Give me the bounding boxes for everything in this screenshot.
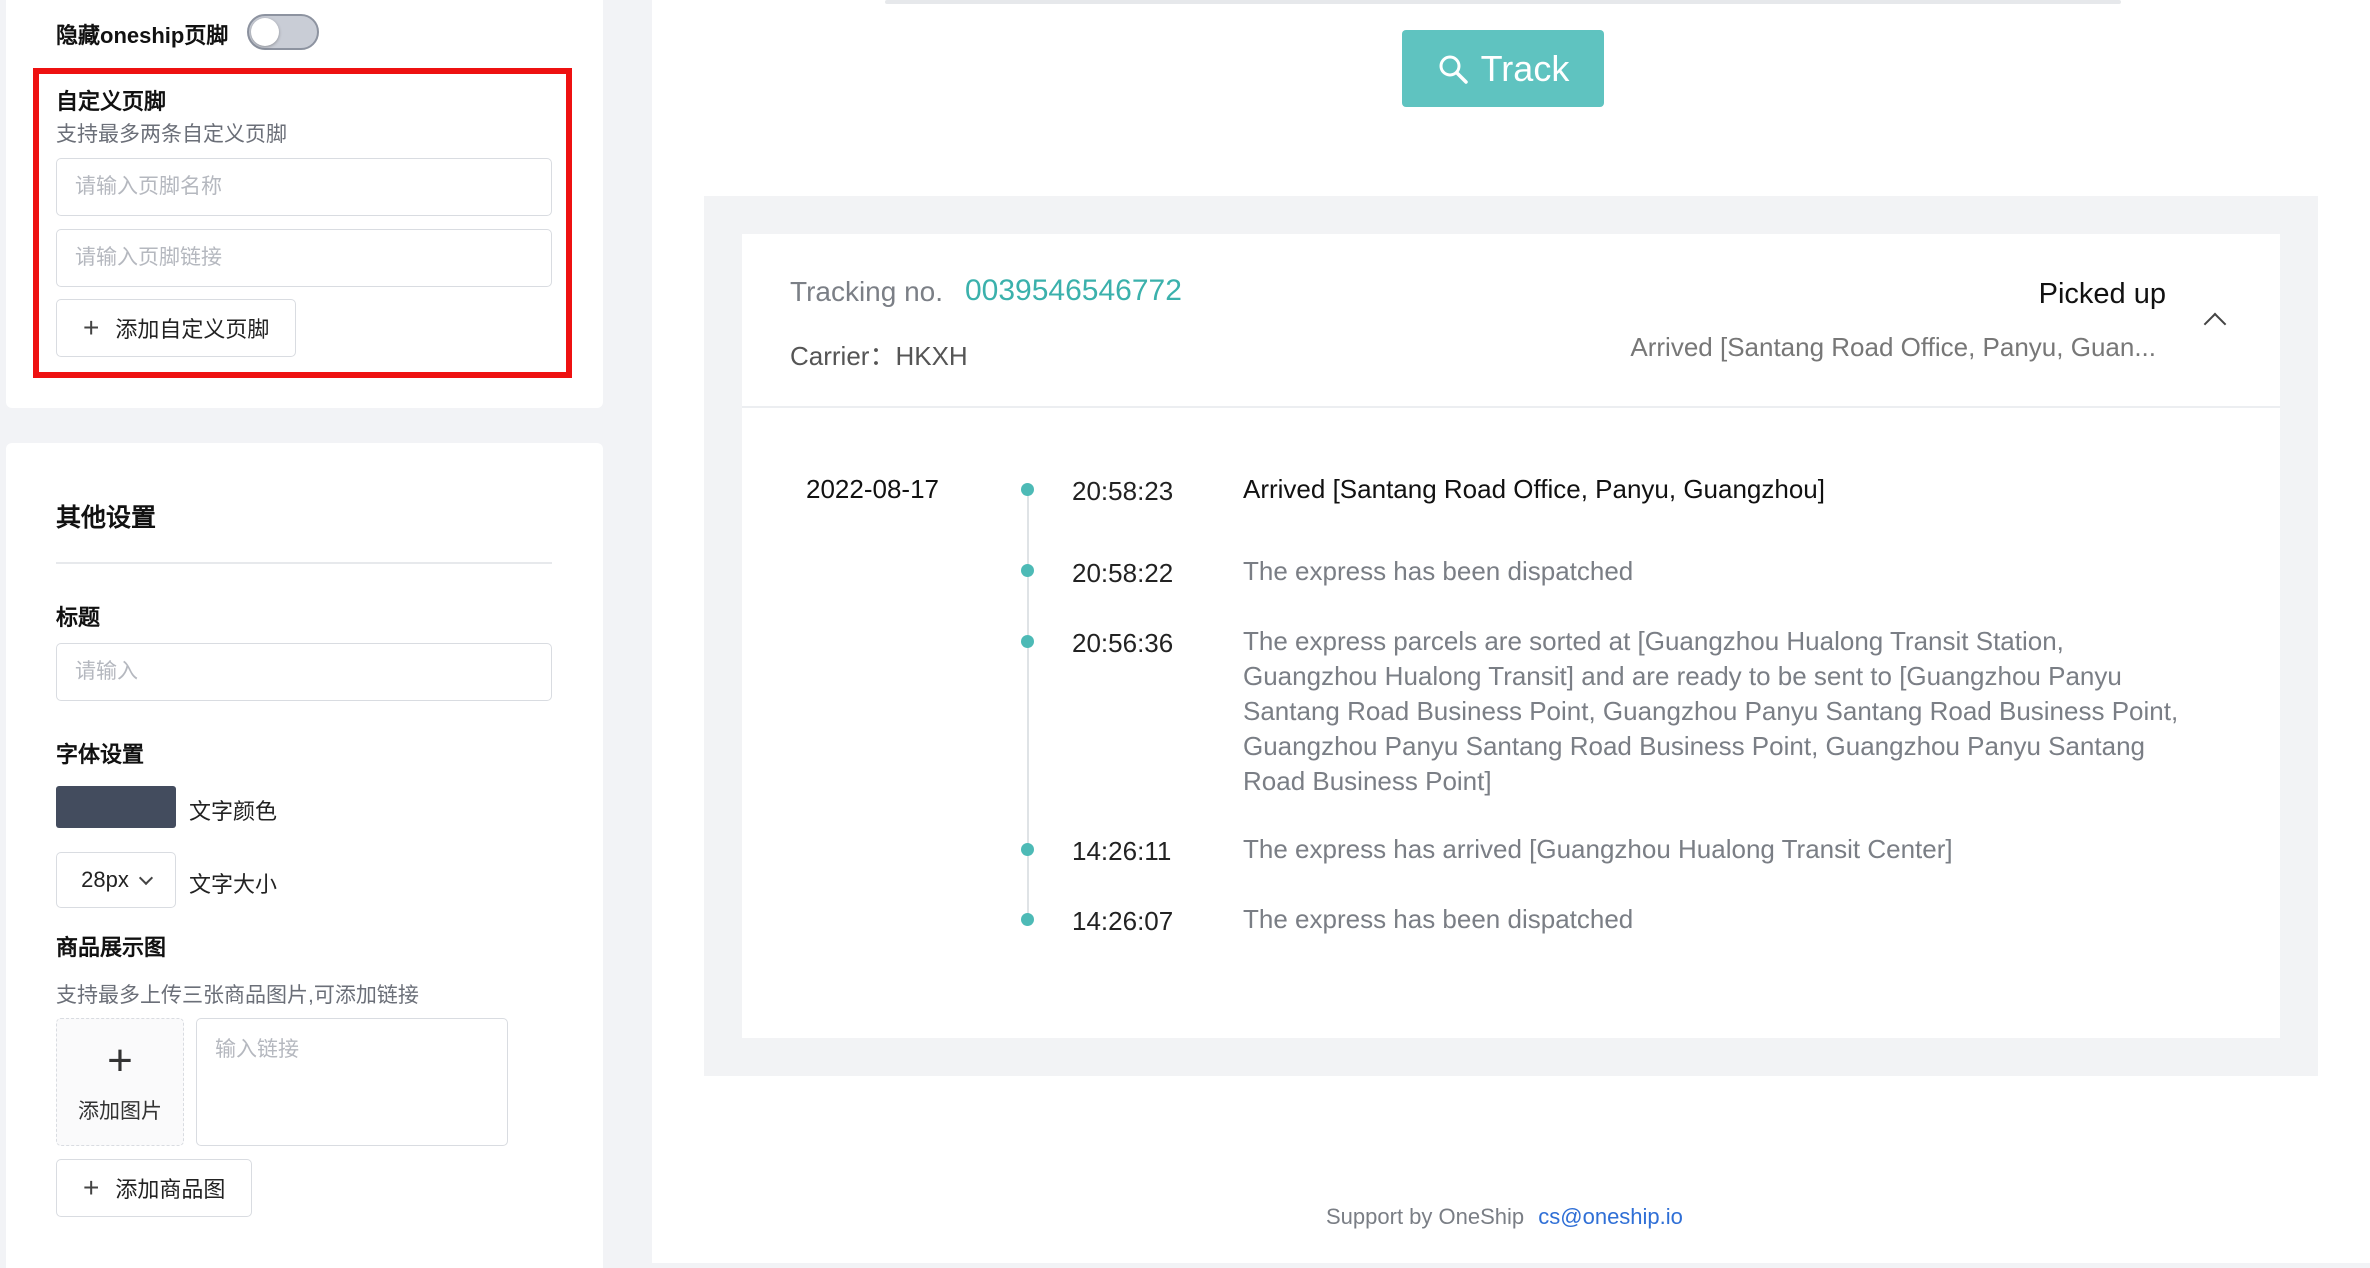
search-bar-edge xyxy=(885,0,2121,4)
plus-icon: + xyxy=(107,1036,133,1085)
product-image-label: 商品展示图 xyxy=(56,935,167,960)
card-separator xyxy=(742,406,2280,408)
text-color-swatch[interactable] xyxy=(56,786,176,828)
font-size-select[interactable]: 28px xyxy=(56,852,176,908)
timeline-dot xyxy=(1021,564,1034,577)
add-image-upload[interactable]: + 添加图片 xyxy=(56,1018,184,1146)
section-divider xyxy=(56,562,552,564)
font-size-value: 28px xyxy=(81,867,129,892)
event-time: 20:56:36 xyxy=(1072,628,1174,658)
toggle-knob xyxy=(251,18,279,46)
event-time: 14:26:07 xyxy=(1072,906,1174,936)
add-footer-button[interactable]: + 添加自定义页脚 xyxy=(56,299,297,357)
footer-link-input[interactable] xyxy=(56,229,552,287)
title-label: 标题 xyxy=(56,605,101,630)
event-time: 20:58:22 xyxy=(1072,558,1174,588)
timeline-dot xyxy=(1021,635,1034,648)
carrier-label: Carrier：HKXH xyxy=(790,341,968,371)
title-input[interactable] xyxy=(56,643,552,701)
event-text: The express parcels are sorted at [Guang… xyxy=(1243,626,2179,796)
add-image-label: 添加图片 xyxy=(78,1100,162,1123)
hide-footer-toggle[interactable] xyxy=(247,14,319,50)
add-footer-button-label: 添加自定义页脚 xyxy=(115,317,270,342)
tracking-label: Tracking no. xyxy=(790,276,944,307)
timeline-dot xyxy=(1021,483,1034,496)
add-product-image-button[interactable]: + 添加商品图 xyxy=(56,1159,253,1217)
chevron-down-icon xyxy=(138,870,153,885)
event-text: Arrived [Santang Road Office, Panyu, Gua… xyxy=(1243,474,1825,504)
search-icon xyxy=(1439,55,1468,84)
event-time: 14:26:11 xyxy=(1072,836,1172,866)
other-settings-title: 其他设置 xyxy=(56,504,157,532)
font-size-label: 文字大小 xyxy=(189,872,278,897)
plus-icon: + xyxy=(83,1172,100,1203)
event-text: The express has arrived [Guangzhou Hualo… xyxy=(1243,834,1953,864)
event-time: 20:58:23 xyxy=(1072,476,1174,506)
product-image-hint: 支持最多上传三张商品图片,可添加链接 xyxy=(56,984,419,1007)
event-text: The express has been dispatched xyxy=(1243,556,1634,586)
plus-icon: + xyxy=(83,312,100,343)
footer-name-input[interactable] xyxy=(56,158,552,216)
font-settings-label: 字体设置 xyxy=(56,742,145,767)
hide-footer-label: 隐藏oneship页脚 xyxy=(56,23,229,48)
add-product-image-button-label: 添加商品图 xyxy=(115,1177,226,1202)
image-link-input[interactable] xyxy=(196,1018,508,1146)
footer-email-link[interactable]: cs@oneship.io xyxy=(1538,1204,1683,1229)
track-button-label: Track xyxy=(1480,47,1570,89)
timeline-dot xyxy=(1021,913,1034,926)
timeline-date: 2022-08-17 xyxy=(806,474,939,504)
timeline-dot xyxy=(1021,843,1034,856)
tracking-number: 0039546546772 xyxy=(965,274,1182,307)
text-color-label: 文字颜色 xyxy=(189,799,278,824)
custom-footer-hint: 支持最多两条自定义页脚 xyxy=(56,123,287,146)
event-text: The express has been dispatched xyxy=(1243,904,1634,934)
page: 隐藏oneship页脚 自定义页脚 支持最多两条自定义页脚 + 添加自定义页脚 … xyxy=(0,0,2370,1268)
status-text: Picked up xyxy=(2038,278,2166,310)
page-footer: Support by OneShip cs@oneship.io xyxy=(1326,1204,1683,1230)
footer-text: Support by OneShip xyxy=(1326,1204,1525,1229)
custom-footer-label: 自定义页脚 xyxy=(56,89,167,114)
latest-event: Arrived [Santang Road Office, Panyu, Gua… xyxy=(1630,332,2156,362)
track-button[interactable]: Track xyxy=(1402,30,1604,107)
